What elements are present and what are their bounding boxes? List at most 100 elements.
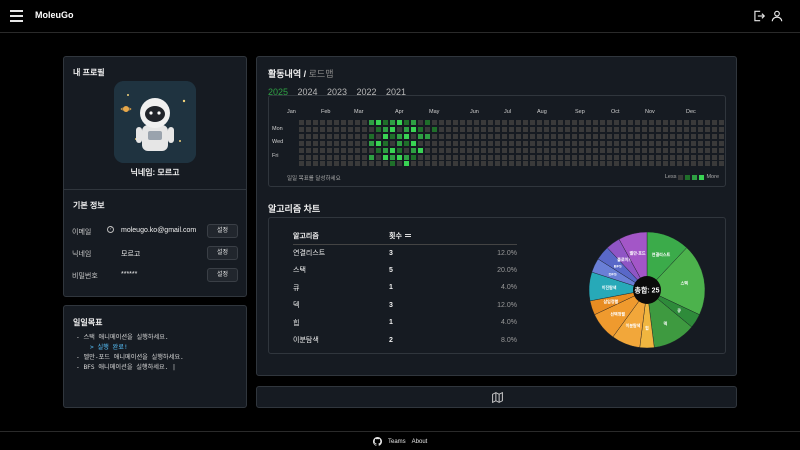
heatmap-cell xyxy=(327,161,332,167)
table-row: 덱 3 12.0% xyxy=(293,297,517,315)
heatmap-cell xyxy=(411,147,416,153)
algorithm-pie-chart: 연결리스트스택큐덱힙이분탐색선택정렬삽입정렬이진탐색DFSBFS플로이드벨만-포… xyxy=(588,231,706,349)
user-icon[interactable] xyxy=(770,9,784,23)
pie-slice-label: 벨만-포드 xyxy=(630,250,646,256)
heatmap-cell xyxy=(334,126,339,132)
heatmap-cell xyxy=(327,147,332,153)
heatmap-note: 일일 목표를 달성하세요 xyxy=(287,176,341,182)
footer-about-link[interactable]: About xyxy=(412,439,428,445)
heatmap-cell xyxy=(411,140,416,146)
nickname-value: 모르고 xyxy=(121,251,141,258)
heatmap-cell xyxy=(600,147,605,153)
email-row: 이메일 ? moleugo.ko@gmail.com 설정 xyxy=(72,224,238,238)
heatmap-cell xyxy=(502,161,507,167)
heatmap-cell xyxy=(656,133,661,139)
heatmap-cell xyxy=(446,161,451,167)
month-label: Oct xyxy=(611,109,620,115)
heatmap-cell xyxy=(495,126,500,132)
heatmap-cell xyxy=(327,126,332,132)
heatmap-cell xyxy=(670,126,675,132)
heatmap-cell xyxy=(691,126,696,132)
algo-name: 연결리스트 xyxy=(293,250,326,257)
heatmap-cell xyxy=(362,140,367,146)
heatmap-cell xyxy=(481,126,486,132)
password-settings-button[interactable]: 설정 xyxy=(207,268,238,282)
map-toggle-bar[interactable] xyxy=(256,386,737,408)
heatmap-cell xyxy=(495,147,500,153)
email-settings-button[interactable]: 설정 xyxy=(207,224,238,238)
heatmap-cell xyxy=(677,126,682,132)
heatmap-cell xyxy=(677,154,682,160)
heatmap-cell xyxy=(390,161,395,167)
algorithm-table: 알고리즘 횟수 연결리스트 3 12.0% 스택 5 20.0% 큐 1 4.0% 덱 3 12… xyxy=(293,228,517,349)
heatmap-cell xyxy=(467,161,472,167)
algo-percent: 4.0% xyxy=(501,319,517,327)
heatmap-cell xyxy=(551,140,556,146)
activity-tab[interactable]: 활동내역 xyxy=(268,69,301,79)
hamburger-menu-icon[interactable] xyxy=(10,10,23,22)
goal-item: - 벨만-포드 애니메이션을 실행하세요. xyxy=(76,354,184,361)
heatmap-cell xyxy=(516,120,521,125)
pie-slice-label: 덱 xyxy=(663,320,667,326)
heatmap-cell xyxy=(495,154,500,160)
heatmap-cell xyxy=(453,147,458,153)
activity-card: 활동내역 / 로드맵 2025 2024 2023 2022 2021 Jan … xyxy=(256,56,737,376)
heatmap-cell xyxy=(579,133,584,139)
heatmap-cell xyxy=(698,140,703,146)
heatmap-cell xyxy=(334,133,339,139)
heatmap-cell xyxy=(495,120,500,125)
heatmap-cell xyxy=(495,161,500,167)
heatmap-cell xyxy=(425,147,430,153)
heatmap-cell xyxy=(677,161,682,167)
heatmap-cell xyxy=(684,133,689,139)
heatmap-cell xyxy=(439,154,444,160)
heatmap-cell xyxy=(467,133,472,139)
footer-teams-link[interactable]: Teams xyxy=(388,439,406,445)
heatmap-cell xyxy=(621,154,626,160)
heatmap-cell xyxy=(376,140,381,146)
heatmap-cell xyxy=(705,126,710,132)
heatmap-cell xyxy=(663,154,668,160)
heatmap-cell xyxy=(579,147,584,153)
heatmap-cell xyxy=(432,147,437,153)
header-count[interactable]: 횟수 xyxy=(389,228,449,245)
heatmap-cell xyxy=(460,147,465,153)
heatmap-cell xyxy=(369,154,374,160)
heatmap-cell xyxy=(481,161,486,167)
logout-icon[interactable] xyxy=(752,9,766,23)
heatmap-cell xyxy=(502,133,507,139)
heatmap-cell xyxy=(299,161,304,167)
heatmap-cell xyxy=(656,161,661,167)
heatmap-cell xyxy=(691,133,696,139)
sort-icon[interactable] xyxy=(404,233,411,238)
heatmap-cell xyxy=(355,154,360,160)
heatmap-cell xyxy=(523,147,528,153)
nickname-settings-button[interactable]: 설정 xyxy=(207,246,238,260)
heatmap-cell xyxy=(383,154,388,160)
heatmap-cell xyxy=(698,120,703,125)
roadmap-tab[interactable]: 로드맵 xyxy=(309,69,334,79)
github-icon[interactable] xyxy=(373,437,382,446)
heatmap-cell xyxy=(523,120,528,125)
brand-logo[interactable]: MoleuGo xyxy=(35,10,74,20)
algo-percent: 12.0% xyxy=(497,249,517,257)
help-icon[interactable]: ? xyxy=(107,226,114,233)
heatmap-cell xyxy=(523,126,528,132)
heatmap-cell xyxy=(621,133,626,139)
heatmap-cell xyxy=(355,120,360,125)
heatmap-cell xyxy=(488,147,493,153)
heatmap-cell xyxy=(649,140,654,146)
heatmap-cell xyxy=(628,140,633,146)
heatmap-cell xyxy=(607,120,612,125)
heatmap-cell xyxy=(705,140,710,146)
heatmap-cell xyxy=(684,120,689,125)
heatmap-cell xyxy=(369,120,374,125)
heatmap-cell xyxy=(656,126,661,132)
heatmap-cell xyxy=(621,120,626,125)
heatmap-cell xyxy=(635,120,640,125)
heatmap-cell xyxy=(355,133,360,139)
heatmap-cell xyxy=(509,161,514,167)
heatmap-cell xyxy=(579,161,584,167)
heatmap-cell xyxy=(446,126,451,132)
header-percent xyxy=(449,228,517,245)
